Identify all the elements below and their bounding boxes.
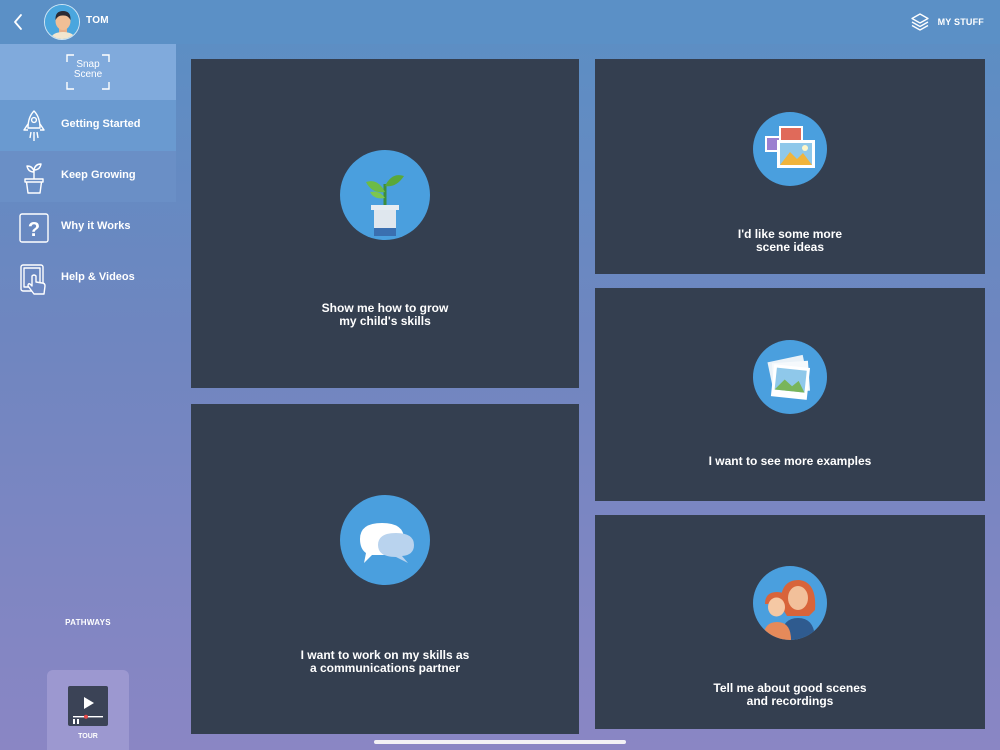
play-video-icon [73,697,103,724]
sidebar-item-help-videos[interactable]: Help & Videos [0,253,176,304]
plant-icon [340,150,430,240]
person-avatar-icon [45,5,79,39]
tour-thumbnail [68,686,108,726]
sidebar-item-getting-started[interactable]: Getting Started [0,100,176,151]
card-grow-skills[interactable]: Show me how to grow my child's skills [191,59,579,388]
card-label: Show me how to grow my child's skills [321,301,449,328]
pathways-label: PATHWAYS [65,618,111,627]
top-bar: TOM MY STUFF [0,0,1000,44]
tour-label: TOUR [78,733,98,740]
avatar[interactable] [44,4,80,40]
sidebar-item-label: Getting Started [61,118,141,130]
home-indicator[interactable] [374,740,626,744]
sidebar-item-keep-growing[interactable]: Keep Growing [0,151,176,202]
tablet-touch-icon [20,264,46,295]
sidebar: Snap Scene Getting Started Keep Growing … [0,44,176,750]
snap-scene-logo: Snap Scene [66,54,110,90]
parent-child-icon [753,566,827,640]
my-stuff-label: MY STUFF [937,17,984,27]
card-label: I'd like some more scene ideas [737,227,843,254]
speech-bubbles-icon [340,495,430,585]
rocket-icon [23,110,45,141]
user-name: TOM [86,15,109,26]
pictures-icon [753,112,827,186]
card-good-scenes[interactable]: Tell me about good scenes and recordings [595,515,985,729]
card-more-examples[interactable]: I want to see more examples [595,288,985,501]
card-label: I want to work on my skills as a communi… [300,648,470,675]
logo-line-2: Scene [73,69,103,80]
layers-icon [910,13,929,31]
back-button[interactable] [6,8,32,36]
sidebar-item-label: Why it Works [61,220,131,232]
card-scene-ideas[interactable]: I'd like some more scene ideas [595,59,985,274]
card-communications-partner[interactable]: I want to work on my skills as a communi… [191,404,579,734]
sidebar-item-label: Keep Growing [61,169,136,181]
question-icon: ? [19,213,49,243]
app-logo: Snap Scene [0,44,176,100]
svg-text:?: ? [28,219,40,241]
sidebar-item-label: Help & Videos [61,271,135,283]
photo-stack-icon [753,340,827,414]
chevron-left-icon [14,14,22,30]
tour-button[interactable]: TOUR [47,670,129,750]
card-label: Tell me about good scenes and recordings [713,681,867,708]
my-stuff-button[interactable]: MY STUFF [910,10,984,34]
sidebar-item-why-it-works[interactable]: ? Why it Works [0,202,176,253]
card-label: I want to see more examples [708,454,872,468]
plant-pot-icon [24,163,44,194]
